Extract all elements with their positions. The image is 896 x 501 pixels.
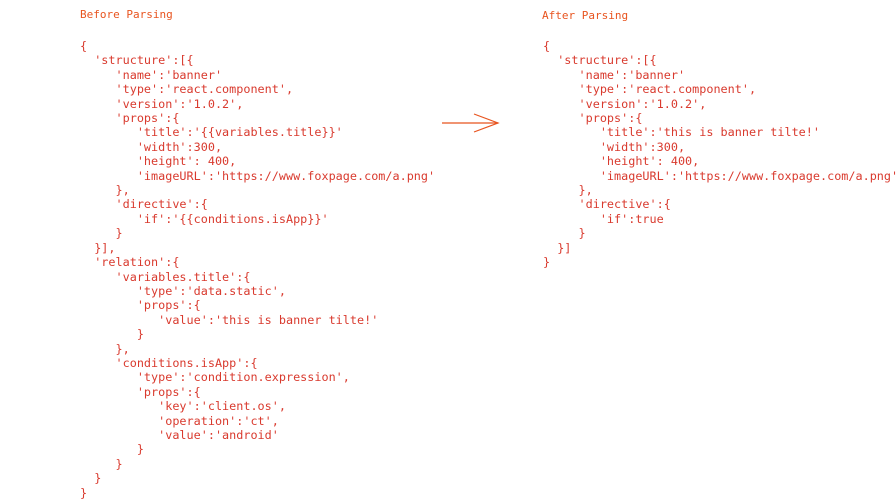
code-line: 'value':'android' <box>80 427 279 442</box>
code-line: 'conditions.isApp':{ <box>80 355 258 370</box>
code-line: 'operation':'ct', <box>80 413 279 428</box>
code-line: 'if':'{{conditions.isApp}}' <box>80 211 329 226</box>
code-line: 'imageURL':'https://www.foxpage.com/a.pn… <box>543 168 896 183</box>
code-line: 'version':'1.0.2', <box>543 96 707 111</box>
code-line: } <box>80 485 88 500</box>
code-line: 'name':'banner' <box>80 67 223 82</box>
code-line: 'width':300, <box>80 139 223 154</box>
code-line: 'directive':{ <box>80 197 208 212</box>
before-parsing-title: Before Parsing <box>80 8 173 21</box>
code-line: { <box>543 39 551 53</box>
code-line: 'title':'this is banner tilte!' <box>543 125 820 140</box>
code-line: } <box>80 327 144 342</box>
code-line: 'height': 400, <box>80 154 237 169</box>
code-line: { <box>80 39 88 53</box>
code-line: 'variables.title':{ <box>80 269 251 284</box>
code-line: 'title':'{{variables.title}}' <box>80 125 343 140</box>
after-parsing-title: After Parsing <box>542 9 629 22</box>
code-line: 'directive':{ <box>543 197 671 212</box>
code-line: 'props':{ <box>80 298 201 313</box>
code-line: }, <box>80 183 130 198</box>
code-line: 'type':'data.static', <box>80 283 286 298</box>
code-line: 'props':{ <box>543 111 643 126</box>
code-line: 'key':'client.os', <box>80 399 286 414</box>
code-line: 'props':{ <box>80 384 201 399</box>
code-line: }] <box>543 240 572 255</box>
right-arrow-icon <box>442 113 500 133</box>
code-line: } <box>80 471 102 486</box>
code-line: } <box>543 255 551 270</box>
code-line: 'structure':[{ <box>80 53 194 68</box>
code-line: 'props':{ <box>80 111 180 126</box>
code-line: 'value':'this is banner tilte!' <box>80 312 379 327</box>
code-line: } <box>543 226 586 241</box>
code-line: } <box>80 456 123 471</box>
code-line: }], <box>80 240 116 255</box>
code-line: 'height': 400, <box>543 154 700 169</box>
code-line: 'structure':[{ <box>543 53 657 68</box>
before-code-block: { 'structure':[{ 'name':'banner' 'type':… <box>80 39 435 500</box>
code-line: 'name':'banner' <box>543 67 686 82</box>
code-line: 'type':'react.component', <box>80 82 294 97</box>
code-line: } <box>80 226 123 241</box>
code-line: 'type':'react.component', <box>543 82 757 97</box>
code-line: 'relation':{ <box>80 255 180 270</box>
code-line: } <box>80 442 144 457</box>
code-line: 'imageURL':'https://www.foxpage.com/a.pn… <box>80 168 436 183</box>
code-line: }, <box>80 341 130 356</box>
code-line: 'type':'condition.expression', <box>80 370 350 385</box>
code-line: 'width':300, <box>543 139 686 154</box>
code-line: 'version':'1.0.2', <box>80 96 244 111</box>
code-line: }, <box>543 183 593 198</box>
code-line: 'if':true <box>543 211 664 226</box>
after-code-block: { 'structure':[{ 'name':'banner' 'type':… <box>543 39 896 270</box>
